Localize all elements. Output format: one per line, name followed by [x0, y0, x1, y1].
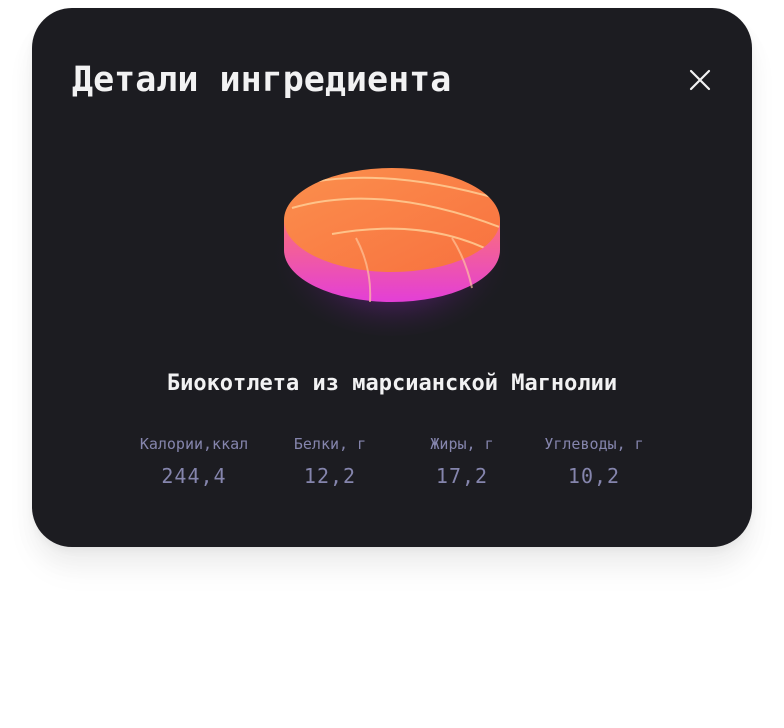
ingredient-image — [272, 160, 512, 336]
close-button[interactable] — [682, 62, 718, 98]
modal-title: Детали ингредиента — [72, 60, 452, 100]
nutrients-list: Калории,ккал 244,4 Белки, г 12,2 Жиры, г… — [32, 432, 752, 492]
nutrient-fats: Жиры, г 17,2 — [422, 432, 502, 490]
nutrient-value: 12,2 — [303, 464, 357, 488]
ingredient-details-modal: Детали ингредиента Биокотлета из марсиан… — [32, 8, 752, 547]
nutrient-value: 10,2 — [567, 464, 621, 488]
nutrient-label: Жиры, г — [430, 435, 494, 453]
nutrient-value: 17,2 — [435, 464, 489, 488]
nutrient-calories: Калории,ккал 244,4 — [136, 432, 252, 490]
nutrient-carbohydrates: Углеводы, г 10,2 — [537, 432, 651, 490]
nutrient-value: 244,4 — [161, 464, 227, 488]
close-icon — [689, 69, 711, 91]
ingredient-name: Биокотлета из марсианской Магнолии — [166, 371, 618, 396]
nutrient-proteins: Белки, г 12,2 — [290, 432, 370, 490]
nutrient-label: Калории,ккал — [139, 435, 249, 453]
nutrient-label: Углеводы, г — [544, 435, 644, 453]
nutrient-label: Белки, г — [293, 435, 367, 453]
